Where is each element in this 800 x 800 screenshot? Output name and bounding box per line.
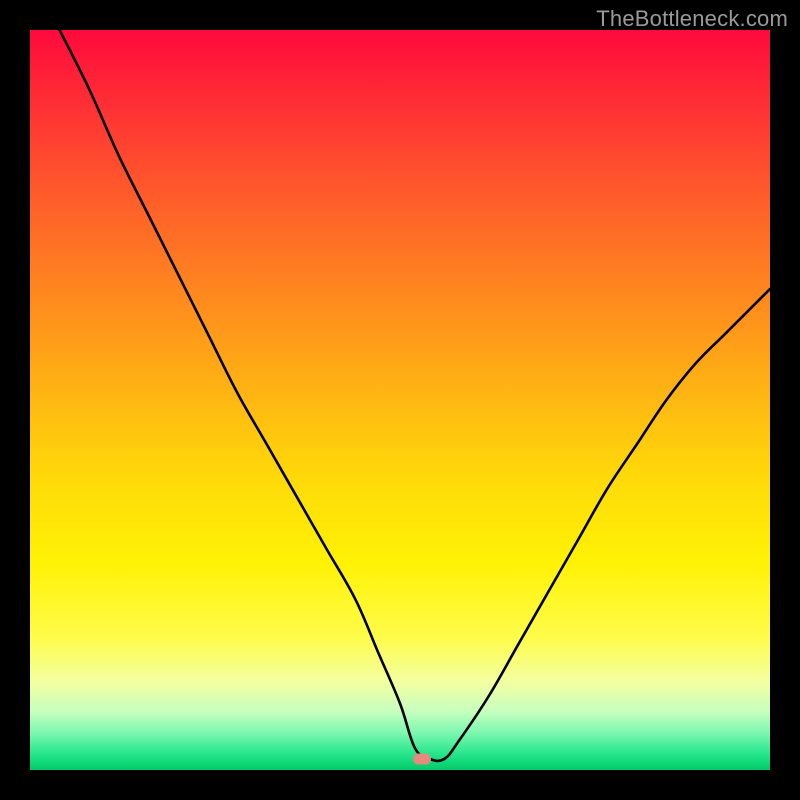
minimum-marker [413, 753, 431, 764]
bottleneck-curve [30, 30, 770, 770]
chart-frame: TheBottleneck.com [0, 0, 800, 800]
watermark-text: TheBottleneck.com [596, 6, 788, 32]
plot-area [30, 30, 770, 770]
